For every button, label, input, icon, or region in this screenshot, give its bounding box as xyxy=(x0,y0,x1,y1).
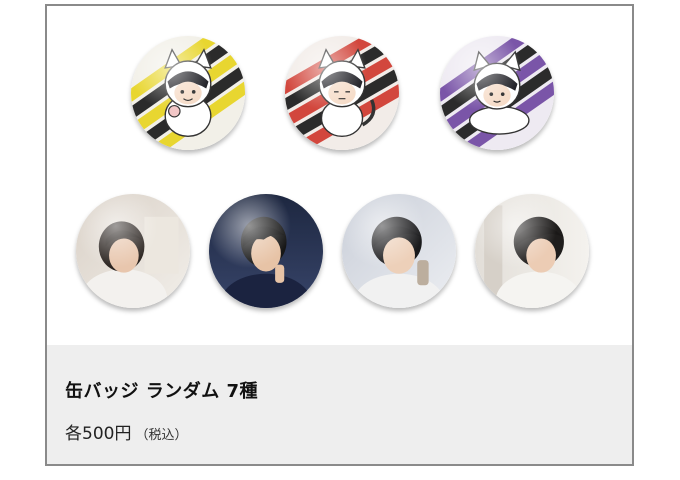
badge-photo-4 xyxy=(475,194,589,308)
badge-illustration-yellow xyxy=(131,36,245,150)
badge-photo-2 xyxy=(209,194,323,308)
tax-note: （税込） xyxy=(135,428,188,443)
price-value: 各500円 xyxy=(65,424,132,444)
product-card: 缶バッジ ランダム 7種 各500円 （税込） xyxy=(45,4,634,466)
badge-photo-3 xyxy=(342,194,456,308)
product-price: 各500円 （税込） xyxy=(65,419,187,444)
badge-illustration-purple xyxy=(440,36,554,150)
badge-photo-1 xyxy=(76,194,190,308)
badge-image-area xyxy=(47,6,632,345)
product-info-panel: 缶バッジ ランダム 7種 各500円 （税込） xyxy=(47,345,632,464)
product-title: 缶バッジ ランダム 7種 xyxy=(65,381,259,402)
badge-illustration-red xyxy=(285,36,399,150)
